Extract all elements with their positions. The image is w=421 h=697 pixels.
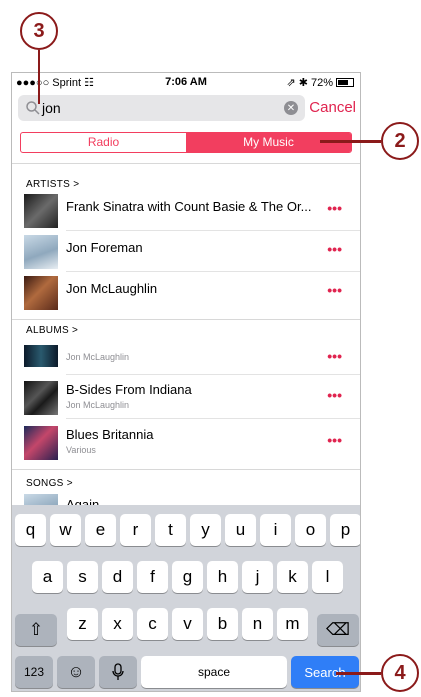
key-k[interactable]: k <box>277 561 308 593</box>
key-t[interactable]: t <box>155 514 186 546</box>
key-j[interactable]: j <box>242 561 273 593</box>
key-q[interactable]: q <box>15 514 46 546</box>
more-icon[interactable]: ••• <box>327 432 342 448</box>
artist-photo <box>24 235 58 269</box>
key-h[interactable]: h <box>207 561 238 593</box>
album-artist: Various <box>66 445 96 455</box>
key-u[interactable]: u <box>225 514 256 546</box>
key-r[interactable]: r <box>120 514 151 546</box>
key-v[interactable]: v <box>172 608 203 640</box>
divider <box>12 319 360 320</box>
key-b[interactable]: b <box>207 608 238 640</box>
key-c[interactable]: c <box>137 608 168 640</box>
battery-icon <box>336 78 354 87</box>
callout-4-line <box>336 672 381 675</box>
callout-3: 3 <box>20 12 58 50</box>
key-f[interactable]: f <box>137 561 168 593</box>
album-title: B-Sides From Indiana <box>66 382 192 397</box>
key-g[interactable]: g <box>172 561 203 593</box>
status-right: ⇗ ✱ 72% <box>286 76 354 89</box>
more-icon[interactable]: ••• <box>327 348 342 364</box>
delete-key[interactable]: ⌫ <box>317 614 359 646</box>
album-cover <box>24 381 58 415</box>
numbers-key[interactable]: 123 <box>15 656 53 688</box>
album-title: Blues Britannia <box>66 427 154 442</box>
key-d[interactable]: d <box>102 561 133 593</box>
callout-2: 2 <box>381 122 419 160</box>
mic-key[interactable] <box>99 656 137 688</box>
list-item[interactable]: Jon Foreman ••• <box>24 231 356 271</box>
artist-name: Frank Sinatra with Count Basie & The Or.… <box>66 199 312 214</box>
tab-my-music[interactable]: My Music <box>186 133 351 152</box>
key-z[interactable]: z <box>67 608 98 640</box>
shift-key[interactable]: ⇧ <box>15 614 57 646</box>
artist-name: Jon Foreman <box>66 240 143 255</box>
list-item[interactable]: Jon McLaughlin ••• <box>24 338 356 378</box>
key-m[interactable]: m <box>277 608 308 640</box>
space-key[interactable]: space <box>141 656 287 688</box>
key-w[interactable]: w <box>50 514 81 546</box>
key-s[interactable]: s <box>67 561 98 593</box>
callout-3-line <box>37 50 40 104</box>
list-item[interactable]: Blues Britannia Various ••• <box>24 422 356 462</box>
divider <box>12 163 360 164</box>
artist-name: Jon McLaughlin <box>66 281 158 296</box>
key-i[interactable]: i <box>260 514 291 546</box>
key-p[interactable]: p <box>330 514 360 546</box>
tab-radio[interactable]: Radio <box>21 133 186 152</box>
list-item[interactable]: B-Sides From Indiana Jon McLaughlin ••• <box>24 377 356 417</box>
status-bar: ●●●○○ Sprint ☷ 7:06 AM ⇗ ✱ 72% <box>12 73 360 91</box>
divider <box>12 469 360 470</box>
album-cover <box>24 426 58 460</box>
microphone-icon <box>112 663 124 680</box>
key-x[interactable]: x <box>102 608 133 640</box>
more-icon[interactable]: ••• <box>327 241 342 257</box>
key-e[interactable]: e <box>85 514 116 546</box>
keyboard: qwertyuiop asdfghjkl zxcvbnm ⇧ ⌫ 123 ☺ s… <box>12 505 360 691</box>
album-artist: Jon McLaughlin <box>66 400 130 410</box>
clear-icon[interactable]: ✕ <box>284 101 298 115</box>
more-icon[interactable]: ••• <box>327 387 342 403</box>
artist-photo <box>24 276 58 310</box>
callout-4: 4 <box>381 654 419 692</box>
more-icon[interactable]: ••• <box>327 200 342 216</box>
album-artist: Jon McLaughlin <box>66 352 130 362</box>
key-a[interactable]: a <box>32 561 63 593</box>
artists-header[interactable]: ARTISTS > <box>26 179 79 190</box>
phone-screen: ●●●○○ Sprint ☷ 7:06 AM ⇗ ✱ 72% jon ✕ Can… <box>11 72 361 692</box>
cancel-button[interactable]: Cancel <box>309 99 356 116</box>
albums-header[interactable]: ALBUMS > <box>26 325 78 336</box>
album-cover <box>24 345 58 367</box>
key-o[interactable]: o <box>295 514 326 546</box>
more-icon[interactable]: ••• <box>327 282 342 298</box>
status-icons-label: ⇗ ✱ 72% <box>286 77 333 89</box>
key-l[interactable]: l <box>312 561 343 593</box>
search-input[interactable]: jon <box>42 100 61 116</box>
list-item[interactable]: Jon McLaughlin ••• <box>24 272 356 312</box>
key-n[interactable]: n <box>242 608 273 640</box>
key-y[interactable]: y <box>190 514 221 546</box>
list-item[interactable]: Frank Sinatra with Count Basie & The Or.… <box>24 190 356 230</box>
search-bar[interactable]: jon ✕ <box>18 95 305 121</box>
emoji-key[interactable]: ☺ <box>57 656 95 688</box>
callout-2-line <box>320 140 381 143</box>
divider <box>66 374 360 375</box>
segmented-control: Radio My Music <box>20 132 352 153</box>
artist-photo <box>24 194 58 228</box>
divider <box>66 418 360 419</box>
